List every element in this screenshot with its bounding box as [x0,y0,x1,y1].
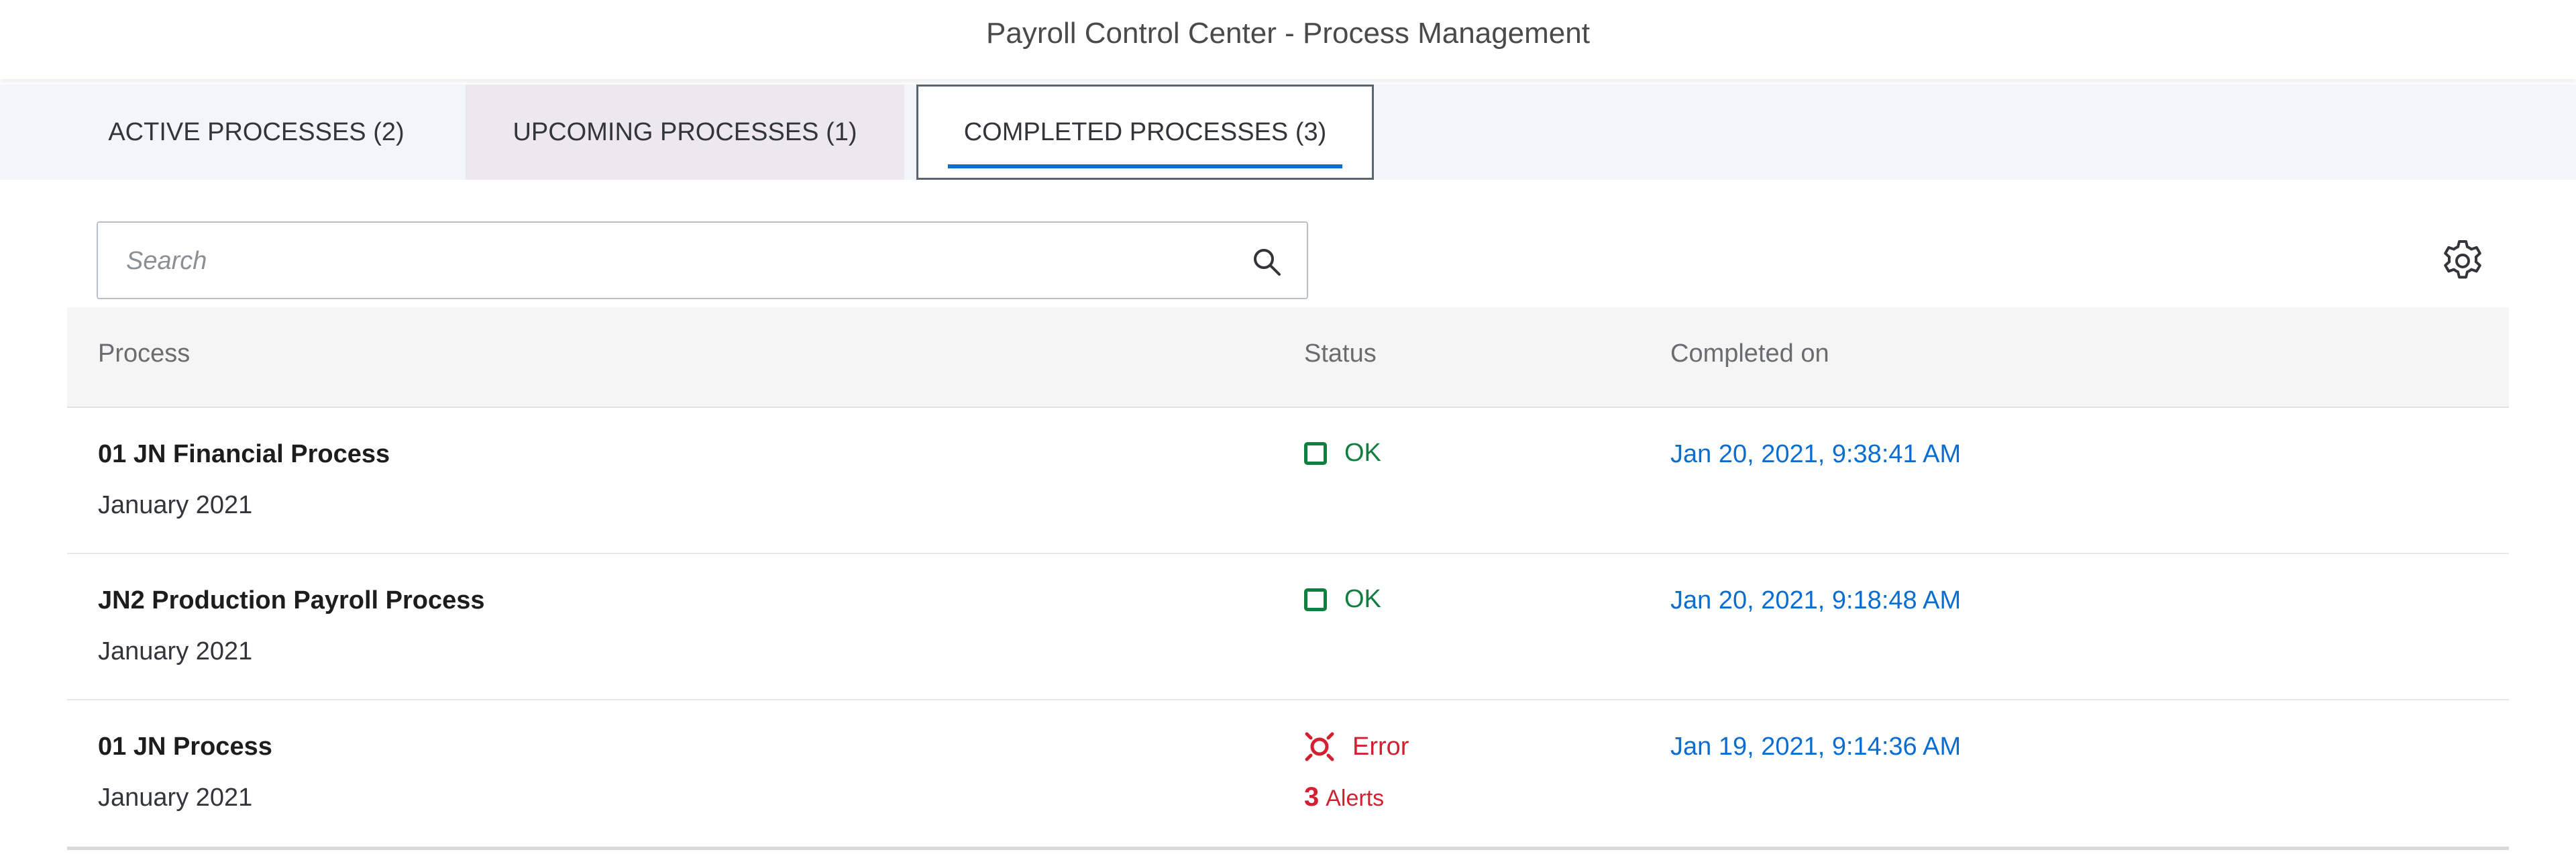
alerts-count: 3 [1304,782,1320,812]
alerts-link[interactable]: 3 Alerts [1304,782,1384,812]
alerts-label: Alerts [1326,786,1385,811]
search-icon[interactable] [1250,246,1283,278]
completed-on-link[interactable]: Jan 19, 2021, 9:14:36 AM [1670,733,1961,761]
column-header-completed-on[interactable]: Completed on [1670,339,1829,368]
status-cell: OK [1304,439,1381,468]
tab-label: ACTIVE PROCESSES (2) [108,117,405,146]
process-name: 01 JN Process [98,733,272,761]
square-check-icon [1304,441,1327,465]
title-bar: Payroll Control Center - Process Managem… [0,0,2576,79]
search-box [97,221,1308,299]
status-label: Error [1352,732,1409,761]
completed-on-link[interactable]: Jan 20, 2021, 9:38:41 AM [1670,440,1961,469]
tab-label: UPCOMING PROCESSES (1) [513,117,857,146]
status-cell: Error [1304,731,1409,762]
table-header: Process Status Completed on [67,307,2509,408]
tab-selected-indicator [948,164,1342,168]
tab-active-processes[interactable]: ACTIVE PROCESSES (2) [68,85,444,180]
error-target-icon [1305,732,1334,761]
search-input[interactable] [125,223,1214,299]
table-row[interactable]: JN2 Production Payroll Process January 2… [67,554,2509,700]
process-period: January 2021 [98,491,253,519]
gear-icon[interactable] [2439,237,2486,284]
process-name: JN2 Production Payroll Process [98,586,485,615]
status-label: OK [1344,585,1381,613]
table-row[interactable]: 01 JN Process January 2021 Error 3 Alerts… [67,700,2509,850]
tab-label: COMPLETED PROCESSES (3) [963,117,1327,146]
column-header-status[interactable]: Status [1304,339,1377,368]
column-header-process[interactable]: Process [98,339,190,368]
process-period: January 2021 [98,784,253,812]
tab-bar: ACTIVE PROCESSES (2) UPCOMING PROCESSES … [0,85,2576,180]
table-row[interactable]: 01 JN Financial Process January 2021 OK … [67,408,2509,554]
process-name: 01 JN Financial Process [98,440,390,468]
page-title: Payroll Control Center - Process Managem… [986,17,1590,50]
tab-upcoming-processes[interactable]: UPCOMING PROCESSES (1) [466,85,904,180]
square-check-icon [1304,588,1327,611]
process-period: January 2021 [98,637,253,665]
tab-completed-processes[interactable]: COMPLETED PROCESSES (3) [916,85,1374,180]
status-cell: OK [1304,585,1381,614]
status-label: OK [1344,439,1381,467]
completed-on-link[interactable]: Jan 20, 2021, 9:18:48 AM [1670,586,1961,615]
